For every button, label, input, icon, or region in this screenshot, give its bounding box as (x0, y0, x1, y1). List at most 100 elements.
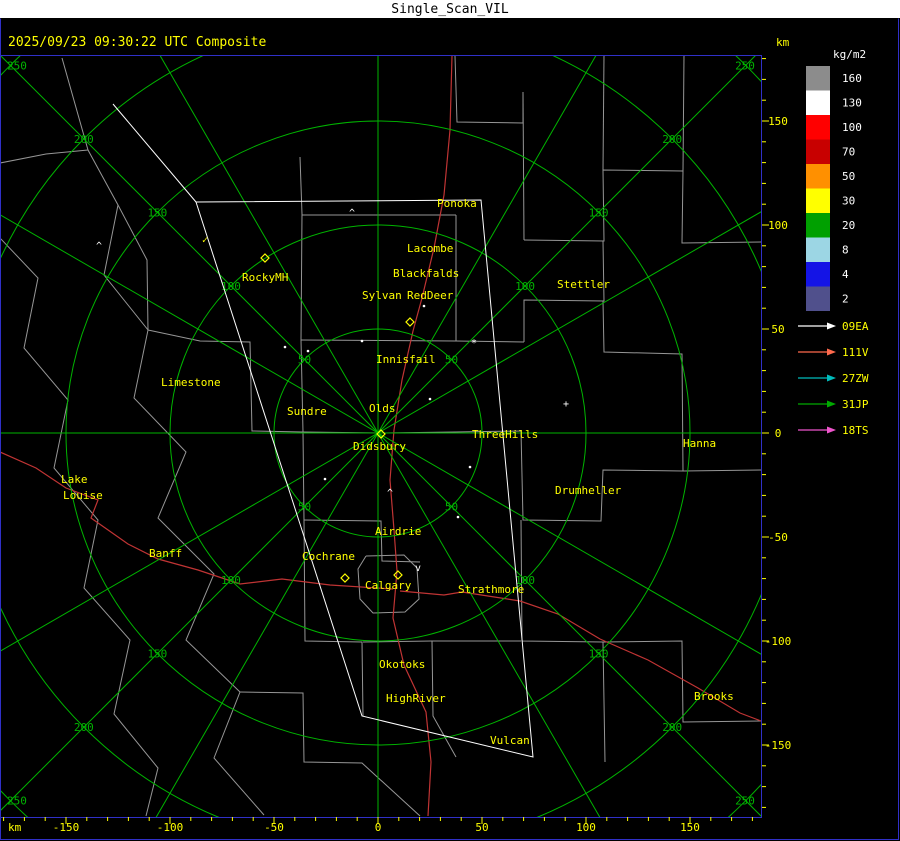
legend-swatch (806, 188, 830, 213)
city-label: Innisfail (376, 353, 436, 366)
legend-swatch (806, 139, 830, 164)
range-ring-label: 50 (298, 353, 311, 366)
legend-value: 160 (842, 72, 862, 85)
x-axis-label: 50 (475, 821, 488, 834)
x-axis-label: 100 (576, 821, 596, 834)
legend-value: 8 (842, 244, 849, 257)
y-axis-label: -100 (765, 635, 792, 648)
town-dot-marker (283, 345, 287, 349)
radar-display[interactable]: Single_Scan_VIL 50 50 50 50 100 100 100 100 150 1… (0, 0, 900, 841)
y-axis-label: 150 (768, 115, 788, 128)
city-label: Airdrie (375, 525, 421, 538)
legend-swatch (806, 213, 830, 238)
range-ring-label: 250 (735, 59, 755, 72)
city-label: Sundre (287, 405, 327, 418)
legend-value: 100 (842, 121, 862, 134)
legend-swatch (806, 262, 830, 287)
range-ring-label: 50 (445, 501, 458, 514)
city-label: Calgary (365, 579, 412, 592)
city-label: Didsbury (353, 440, 406, 453)
y-axis-label: 100 (768, 219, 788, 232)
range-ring-label: 150 (147, 206, 167, 219)
town-symbol-marker: * (471, 338, 477, 349)
city-label: Okotoks (379, 658, 425, 671)
range-ring-label: 100 (221, 280, 241, 293)
radar-check-marker: ✓ (202, 235, 208, 246)
town-dot-marker (428, 397, 432, 401)
town-symbol-marker: ^ (96, 241, 102, 252)
city-label: Sylvan (362, 289, 402, 302)
city-label: Drumheller (555, 484, 622, 497)
legend-value: 4 (842, 268, 849, 281)
y-axis-label: -150 (765, 739, 792, 752)
city-label: Olds (369, 402, 396, 415)
legend-value: 20 (842, 219, 855, 232)
range-ring-label: 200 (662, 721, 682, 734)
legend-value: 30 (842, 195, 855, 208)
x-axis-label: -150 (53, 821, 80, 834)
x-axis-label: 0 (375, 821, 382, 834)
city-label: RedDeer (407, 289, 454, 302)
range-ring-label: 150 (589, 648, 609, 661)
town-dot-marker (468, 465, 472, 469)
x-axis-label: 150 (680, 821, 700, 834)
site-label: 111V (842, 346, 869, 359)
y-axis-label: 50 (771, 323, 784, 336)
city-label: ThreeHills (472, 428, 538, 441)
legend-value: 50 (842, 170, 855, 183)
x-axis-label: -100 (157, 821, 184, 834)
city-label: RockyMH (242, 271, 288, 284)
town-dot-marker (306, 349, 310, 353)
range-ring-label: 50 (445, 353, 458, 366)
timestamp-label: 2025/09/23 09:30:22 UTC Composite (8, 35, 266, 50)
x-axis-label: -50 (264, 821, 284, 834)
site-label: 09EA (842, 320, 869, 333)
city-label: Cochrane (302, 550, 355, 563)
legend-value: 70 (842, 146, 855, 159)
legend-swatch (806, 164, 830, 189)
site-label: 27ZW (842, 372, 869, 385)
city-label: Louise (63, 489, 103, 502)
legend-swatch (806, 115, 830, 140)
city-label: Hanna (683, 437, 716, 450)
legend-swatch (806, 286, 830, 311)
legend-unit-label: kg/m2 (833, 48, 866, 61)
legend-value: 130 (842, 97, 862, 110)
city-label: Ponoka (437, 197, 477, 210)
range-ring-label: 250 (7, 795, 27, 808)
y-axis-label: -50 (768, 531, 788, 544)
legend-swatch (806, 90, 830, 115)
town-dot-marker (323, 477, 327, 481)
range-ring-label: 150 (589, 206, 609, 219)
town-dot-marker (422, 304, 426, 308)
city-label: Brooks (694, 690, 734, 703)
range-ring-label: 100 (221, 574, 241, 587)
legend-swatch (806, 66, 830, 91)
range-ring-label: 200 (74, 133, 94, 146)
range-ring-label: 200 (74, 721, 94, 734)
y-axis-label: 0 (775, 427, 782, 440)
town-dot-marker (456, 515, 460, 519)
site-label: 18TS (842, 424, 869, 437)
site-label: 31JP (842, 398, 869, 411)
town-symbol-marker: ^ (387, 488, 393, 499)
city-label: Limestone (161, 376, 221, 389)
town-dot-marker (360, 339, 364, 343)
y-axis-unit-label: km (776, 36, 790, 49)
range-ring-label: 200 (662, 133, 682, 146)
range-ring-label: 50 (298, 501, 311, 514)
city-label: Lacombe (407, 242, 453, 255)
range-ring-label: 150 (147, 648, 167, 661)
range-ring-label: 250 (735, 795, 755, 808)
legend-value: 2 (842, 293, 849, 306)
town-symbol-marker: v (415, 563, 421, 574)
city-label: HighRiver (386, 692, 446, 705)
city-label: Lake (61, 473, 88, 486)
window-title: Single_Scan_VIL (391, 2, 509, 17)
town-symbol-marker: ^ (349, 208, 355, 219)
app-window: Single_Scan_VIL 50 50 50 50 100 100 100 100 150 1… (0, 0, 900, 841)
city-label: Vulcan (490, 734, 530, 747)
city-label: Blackfalds (393, 267, 459, 280)
x-axis-unit-label: km (8, 821, 22, 834)
city-label: Stettler (557, 278, 610, 291)
